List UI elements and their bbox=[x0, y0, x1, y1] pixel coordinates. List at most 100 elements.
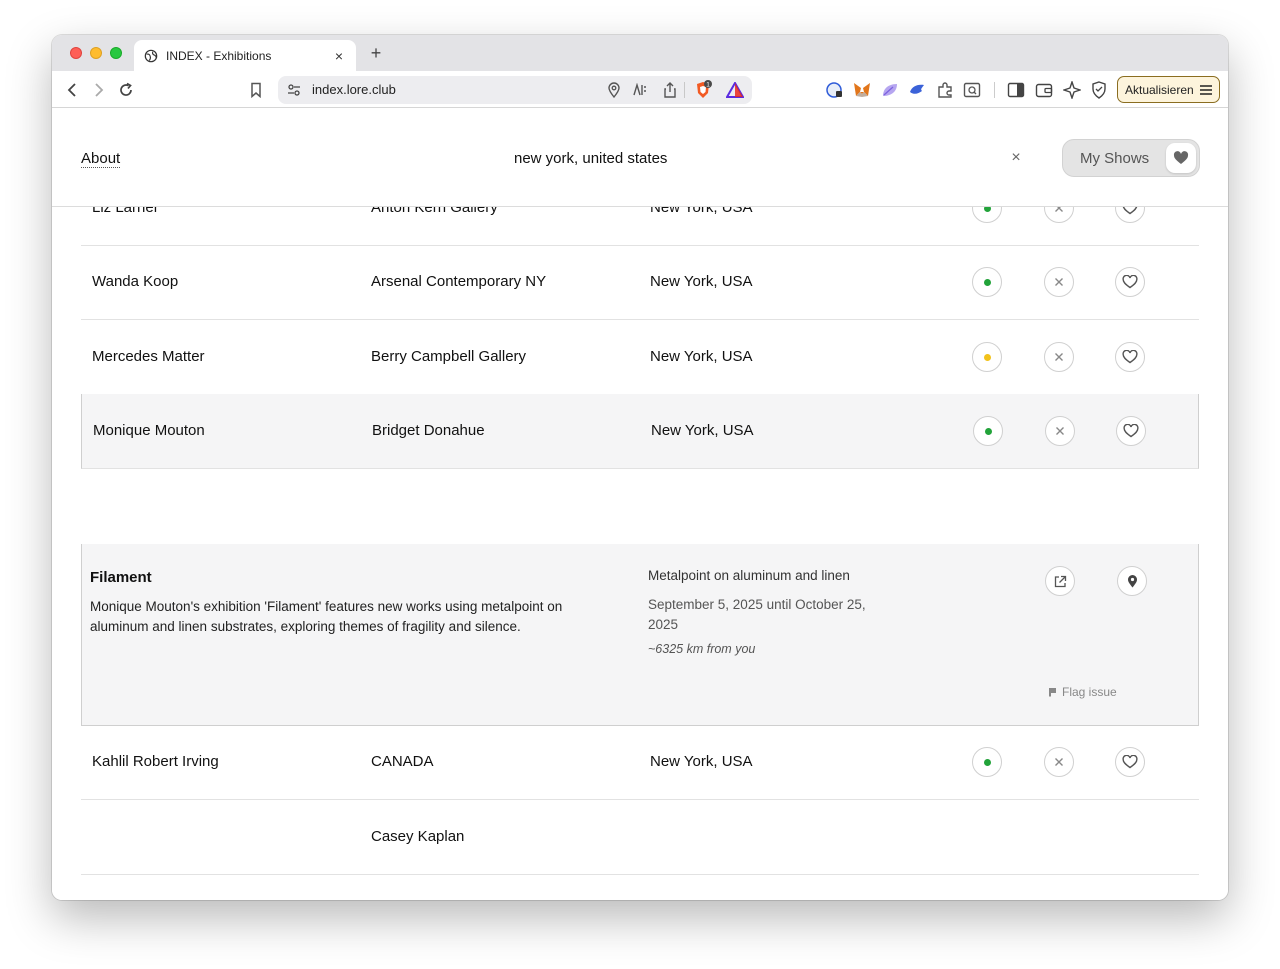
open-external-button[interactable] bbox=[1045, 566, 1075, 596]
browser-toolbar: index.lore.club 1 Aktualisieren bbox=[52, 71, 1228, 108]
bookmark-icon[interactable] bbox=[246, 80, 266, 100]
window-controls bbox=[70, 47, 122, 59]
brave-shield-icon[interactable]: 1 bbox=[693, 80, 713, 100]
exhibition-detail-panel: Filament Monique Mouton's exhibition 'Fil… bbox=[81, 544, 1199, 726]
status-indicator bbox=[972, 342, 1002, 372]
extension-bird-icon[interactable] bbox=[907, 80, 927, 100]
map-pin-icon bbox=[1127, 575, 1137, 588]
url-text: index.lore.club bbox=[312, 82, 396, 97]
city-name: New York, USA bbox=[650, 348, 753, 365]
favorite-button[interactable] bbox=[1115, 342, 1145, 372]
reader-mode-icon[interactable] bbox=[630, 80, 650, 100]
tab-close-button[interactable]: × bbox=[332, 48, 346, 64]
page-content: Jeanette MundtAnton Kern GalleryNew York… bbox=[52, 109, 1228, 900]
artist-name: Wanda Koop bbox=[92, 273, 179, 290]
status-indicator bbox=[973, 416, 1003, 446]
gallery-name: Arsenal Contemporary NY bbox=[371, 273, 547, 290]
flag-issue-link[interactable]: Flag issue bbox=[1048, 685, 1117, 699]
artist-name: Mercedes Matter bbox=[92, 348, 205, 365]
dismiss-button[interactable] bbox=[1044, 747, 1074, 777]
heart-icon bbox=[1122, 755, 1138, 769]
back-icon[interactable] bbox=[62, 80, 82, 100]
about-link[interactable]: About bbox=[81, 150, 121, 168]
city-name: New York, USA bbox=[650, 273, 753, 290]
exhibition-title: Filament bbox=[90, 569, 152, 586]
gallery-name: Bridget Donahue bbox=[372, 422, 485, 439]
extension-screenshot-icon[interactable] bbox=[962, 80, 982, 100]
search-input[interactable]: new york, united states bbox=[514, 150, 667, 167]
close-window-button[interactable] bbox=[70, 47, 82, 59]
artist-name: Kahlil Robert Irving bbox=[92, 753, 219, 770]
wallet-icon[interactable] bbox=[1034, 80, 1054, 100]
extension-vpn-icon[interactable] bbox=[825, 80, 845, 100]
close-icon bbox=[1054, 757, 1064, 767]
globe-icon bbox=[144, 49, 158, 62]
browser-window: INDEX - Exhibitions × + index.lore.club bbox=[52, 35, 1228, 900]
heart-icon bbox=[1123, 424, 1139, 438]
heart-filled-icon bbox=[1166, 143, 1196, 173]
dismiss-button[interactable] bbox=[1044, 267, 1074, 297]
reload-icon[interactable] bbox=[116, 80, 136, 100]
flag-icon bbox=[1049, 688, 1056, 697]
sidebar-toggle-icon[interactable] bbox=[1006, 80, 1026, 100]
url-divider bbox=[682, 80, 686, 100]
extension-metamask-icon[interactable] bbox=[852, 80, 872, 100]
exhibition-row[interactable]: Wanda Koop Arsenal Contemporary NY New Yor… bbox=[81, 245, 1199, 320]
exhibition-medium: Metalpoint on aluminum and linen bbox=[648, 568, 850, 583]
status-dot bbox=[983, 278, 991, 286]
dismiss-button[interactable] bbox=[1044, 342, 1074, 372]
artist-name: Monique Mouton bbox=[93, 422, 205, 439]
vpn-shield-icon[interactable] bbox=[1089, 80, 1109, 100]
status-indicator bbox=[972, 267, 1002, 297]
gallery-name: CANADA bbox=[371, 753, 434, 770]
close-icon bbox=[1054, 352, 1064, 362]
location-icon[interactable] bbox=[604, 80, 624, 100]
new-tab-button[interactable]: + bbox=[368, 43, 384, 64]
tab-title: INDEX - Exhibitions bbox=[166, 48, 272, 63]
status-dot bbox=[983, 758, 991, 766]
city-name: New York, USA bbox=[651, 422, 754, 439]
zoom-window-button[interactable] bbox=[110, 47, 122, 59]
close-icon bbox=[1055, 426, 1065, 436]
site-header: About new york, united states × My Shows bbox=[52, 109, 1228, 207]
flag-issue-label: Flag issue bbox=[1062, 685, 1117, 699]
update-menu-button[interactable]: Aktualisieren bbox=[1117, 76, 1220, 103]
heart-icon bbox=[1122, 350, 1138, 364]
leo-ai-icon[interactable] bbox=[1062, 80, 1082, 100]
my-shows-button[interactable]: My Shows bbox=[1062, 139, 1200, 177]
status-dot bbox=[984, 427, 992, 435]
forward-icon[interactable] bbox=[89, 80, 109, 100]
gallery-name: Berry Campbell Gallery bbox=[371, 348, 527, 365]
close-icon bbox=[1054, 277, 1064, 287]
exhibition-distance: ~6325 km from you bbox=[648, 642, 756, 656]
update-label: Aktualisieren bbox=[1125, 82, 1194, 97]
extension-leaf-icon[interactable] bbox=[880, 80, 900, 100]
minimize-window-button[interactable] bbox=[90, 47, 102, 59]
toolbar-separator bbox=[994, 82, 995, 98]
exhibition-description: Monique Mouton's exhibition 'Filament' f… bbox=[90, 599, 563, 634]
address-bar[interactable]: index.lore.club 1 bbox=[278, 76, 752, 104]
tab-strip: INDEX - Exhibitions × + bbox=[52, 35, 1228, 71]
clear-search-button[interactable]: × bbox=[1008, 149, 1024, 167]
status-indicator bbox=[972, 747, 1002, 777]
shield-badge-count: 1 bbox=[706, 82, 710, 89]
exhibition-row[interactable]: Kahlil Robert Irving CANADA New York, USA bbox=[81, 725, 1199, 800]
my-shows-label: My Shows bbox=[1080, 149, 1150, 167]
dismiss-button[interactable] bbox=[1045, 416, 1075, 446]
site-settings-icon[interactable] bbox=[284, 80, 304, 100]
favorite-button[interactable] bbox=[1115, 747, 1145, 777]
exhibition-row[interactable]: Monique Mouton Bridget Donahue New York, U… bbox=[81, 394, 1199, 469]
city-name: New York, USA bbox=[650, 753, 753, 770]
exhibition-row[interactable]: Mercedes Matter Berry Campbell Gallery New… bbox=[81, 320, 1199, 395]
exhibition-row[interactable]: Casey Kaplan bbox=[81, 800, 1199, 875]
favorite-button[interactable] bbox=[1115, 267, 1145, 297]
brave-rewards-icon[interactable] bbox=[725, 80, 745, 100]
extensions-puzzle-icon[interactable] bbox=[935, 80, 955, 100]
favorite-button[interactable] bbox=[1116, 416, 1146, 446]
heart-icon bbox=[1122, 275, 1138, 289]
tab-exhibitions[interactable]: INDEX - Exhibitions × bbox=[134, 40, 356, 71]
status-dot bbox=[983, 353, 991, 361]
share-icon[interactable] bbox=[660, 80, 680, 100]
map-location-button[interactable] bbox=[1117, 566, 1147, 596]
hamburger-menu-icon bbox=[1200, 85, 1212, 95]
